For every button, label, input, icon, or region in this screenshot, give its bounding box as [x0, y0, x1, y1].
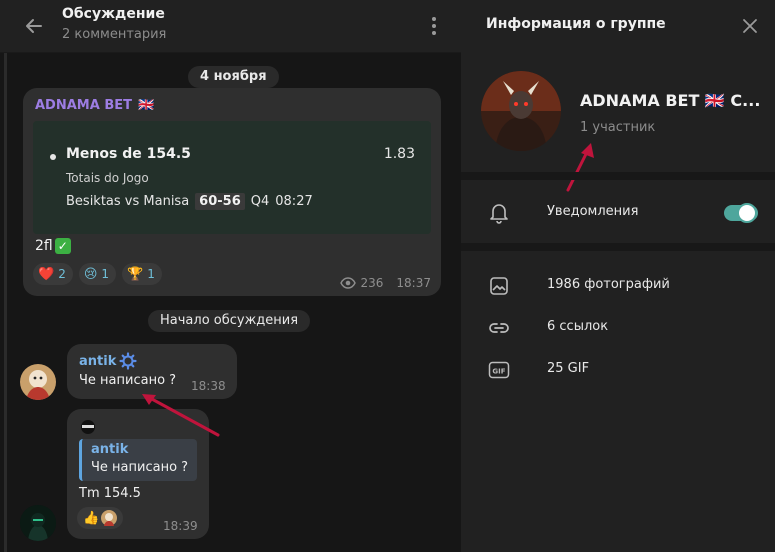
close-icon[interactable] — [739, 15, 761, 37]
post-meta: 236 18:37 — [339, 276, 431, 290]
group-info-panel: Информация о группе ADNAMA BET 🇬🇧 C... 1… — [461, 0, 775, 552]
view-count: 236 — [360, 276, 384, 290]
chat-subtitle: 2 комментария — [62, 27, 167, 42]
link-icon — [488, 317, 510, 339]
heart-icon: ❤️ — [38, 266, 55, 282]
reaction-crying[interactable]: 😢 1 — [78, 263, 117, 285]
bet-clock: 08:27 — [275, 194, 313, 209]
avatar[interactable] — [20, 505, 56, 541]
gif-icon: GIF — [488, 359, 510, 381]
more-options-icon[interactable] — [424, 12, 444, 40]
avatar[interactable] — [20, 364, 56, 400]
message-list[interactable]: 4 ноября ADNAMA BET 🇬🇧 Menos de 154.5 1.8… — [0, 53, 461, 552]
gif-count: 25 GIF — [547, 361, 590, 376]
ninja-sticker-icon — [81, 420, 95, 434]
bullet-icon — [50, 154, 56, 160]
info-panel-title: Информация о группе — [486, 16, 666, 32]
channel-name[interactable]: ADNAMA BET 🇬🇧 — [35, 98, 154, 113]
bet-odds: 1.83 — [383, 146, 415, 162]
bet-score: 60-56 — [195, 193, 245, 210]
reaction-count: 2 — [58, 267, 66, 281]
reply-preview[interactable]: antik Че написано ? — [79, 439, 197, 481]
section-divider — [461, 243, 775, 251]
chat-title: Обсуждение — [62, 6, 165, 22]
reaction-count: 1 — [147, 267, 155, 281]
flag-uk-icon: 🇬🇧 — [137, 98, 155, 113]
annotation-arrow-icon — [566, 143, 594, 192]
bet-market: Totais do Jogo — [66, 171, 149, 185]
reaction-trophy[interactable]: 🏆 1 — [122, 263, 162, 285]
reply-author: antik — [91, 442, 129, 457]
date-separator: 4 ноября — [188, 66, 279, 88]
bet-period: Q4 — [250, 194, 270, 209]
message-author[interactable]: antik — [79, 352, 137, 370]
photo-icon — [488, 275, 510, 297]
message-time: 18:39 — [163, 519, 198, 533]
post-time: 18:37 — [396, 276, 431, 290]
chat-pane: Обсуждение 2 комментария 4 ноября ADNAMA… — [0, 0, 461, 552]
media-row-photos[interactable]: 1986 фотографий — [461, 265, 775, 305]
chat-header: Обсуждение 2 комментария — [0, 0, 461, 53]
message-time: 18:38 — [191, 379, 226, 393]
thumbs-up-icon: 👍 — [83, 510, 100, 526]
message-bubble[interactable]: antik Че написано ? 18:38 — [67, 344, 237, 399]
trophy-icon: 🏆 — [127, 266, 144, 282]
reactions-bar: ❤️ 2 😢 1 🏆 1 — [33, 263, 162, 285]
gear-badge-icon — [119, 352, 137, 370]
bet-selection: Menos de 154.5 — [66, 146, 191, 162]
reaction-heart[interactable]: ❤️ 2 — [33, 263, 73, 285]
group-avatar[interactable] — [481, 71, 561, 151]
message-text: Че написано ? — [79, 373, 177, 388]
crying-face-icon: 😢 — [83, 266, 98, 282]
group-name: ADNAMA BET 🇬🇧 C... — [580, 91, 761, 110]
notifications-label: Уведомления — [547, 204, 639, 219]
post-text: 2fl ✓ — [35, 238, 71, 254]
photos-count: 1986 фотографий — [547, 277, 670, 292]
channel-post[interactable]: ADNAMA BET 🇬🇧 Menos de 154.5 1.83 Totais … — [23, 88, 441, 296]
check-mark-emoji-icon: ✓ — [54, 238, 71, 254]
message-bubble[interactable]: antik Че написано ? Tm 154.5 👍 18:39 — [67, 409, 209, 539]
channel-name-text: ADNAMA BET — [35, 98, 132, 113]
reply-text: Че написано ? — [91, 460, 189, 475]
links-count: 6 ссылок — [547, 319, 609, 334]
media-row-gifs[interactable]: GIF 25 GIF — [461, 349, 775, 389]
member-count: 1 участник — [580, 120, 656, 135]
svg-text:GIF: GIF — [492, 368, 505, 376]
back-arrow-icon[interactable] — [20, 12, 48, 40]
post-text-body: 2fl — [35, 238, 53, 254]
discussion-start-separator: Начало обсуждения — [148, 310, 311, 332]
message-text: Tm 154.5 — [79, 486, 141, 501]
toggle-knob — [737, 203, 757, 223]
bet-match-line: Besiktas vs Manisa 60-56 Q4 08:27 — [66, 193, 313, 210]
eye-icon — [339, 277, 356, 289]
bet-card-image[interactable]: Menos de 154.5 1.83 Totais do Jogo Besik… — [33, 121, 431, 234]
section-divider — [461, 172, 775, 180]
notifications-toggle[interactable] — [724, 203, 758, 223]
bet-match: Besiktas vs Manisa — [66, 194, 190, 209]
reaction-thumbs-up[interactable]: 👍 — [77, 507, 124, 529]
scrollbar-track[interactable] — [4, 53, 7, 552]
author-name: antik — [79, 353, 117, 369]
reactor-avatar — [101, 510, 118, 526]
notifications-row[interactable]: Уведомления — [461, 192, 775, 232]
reaction-count: 1 — [101, 267, 110, 281]
bell-icon — [488, 202, 510, 224]
media-row-links[interactable]: 6 ссылок — [461, 307, 775, 347]
